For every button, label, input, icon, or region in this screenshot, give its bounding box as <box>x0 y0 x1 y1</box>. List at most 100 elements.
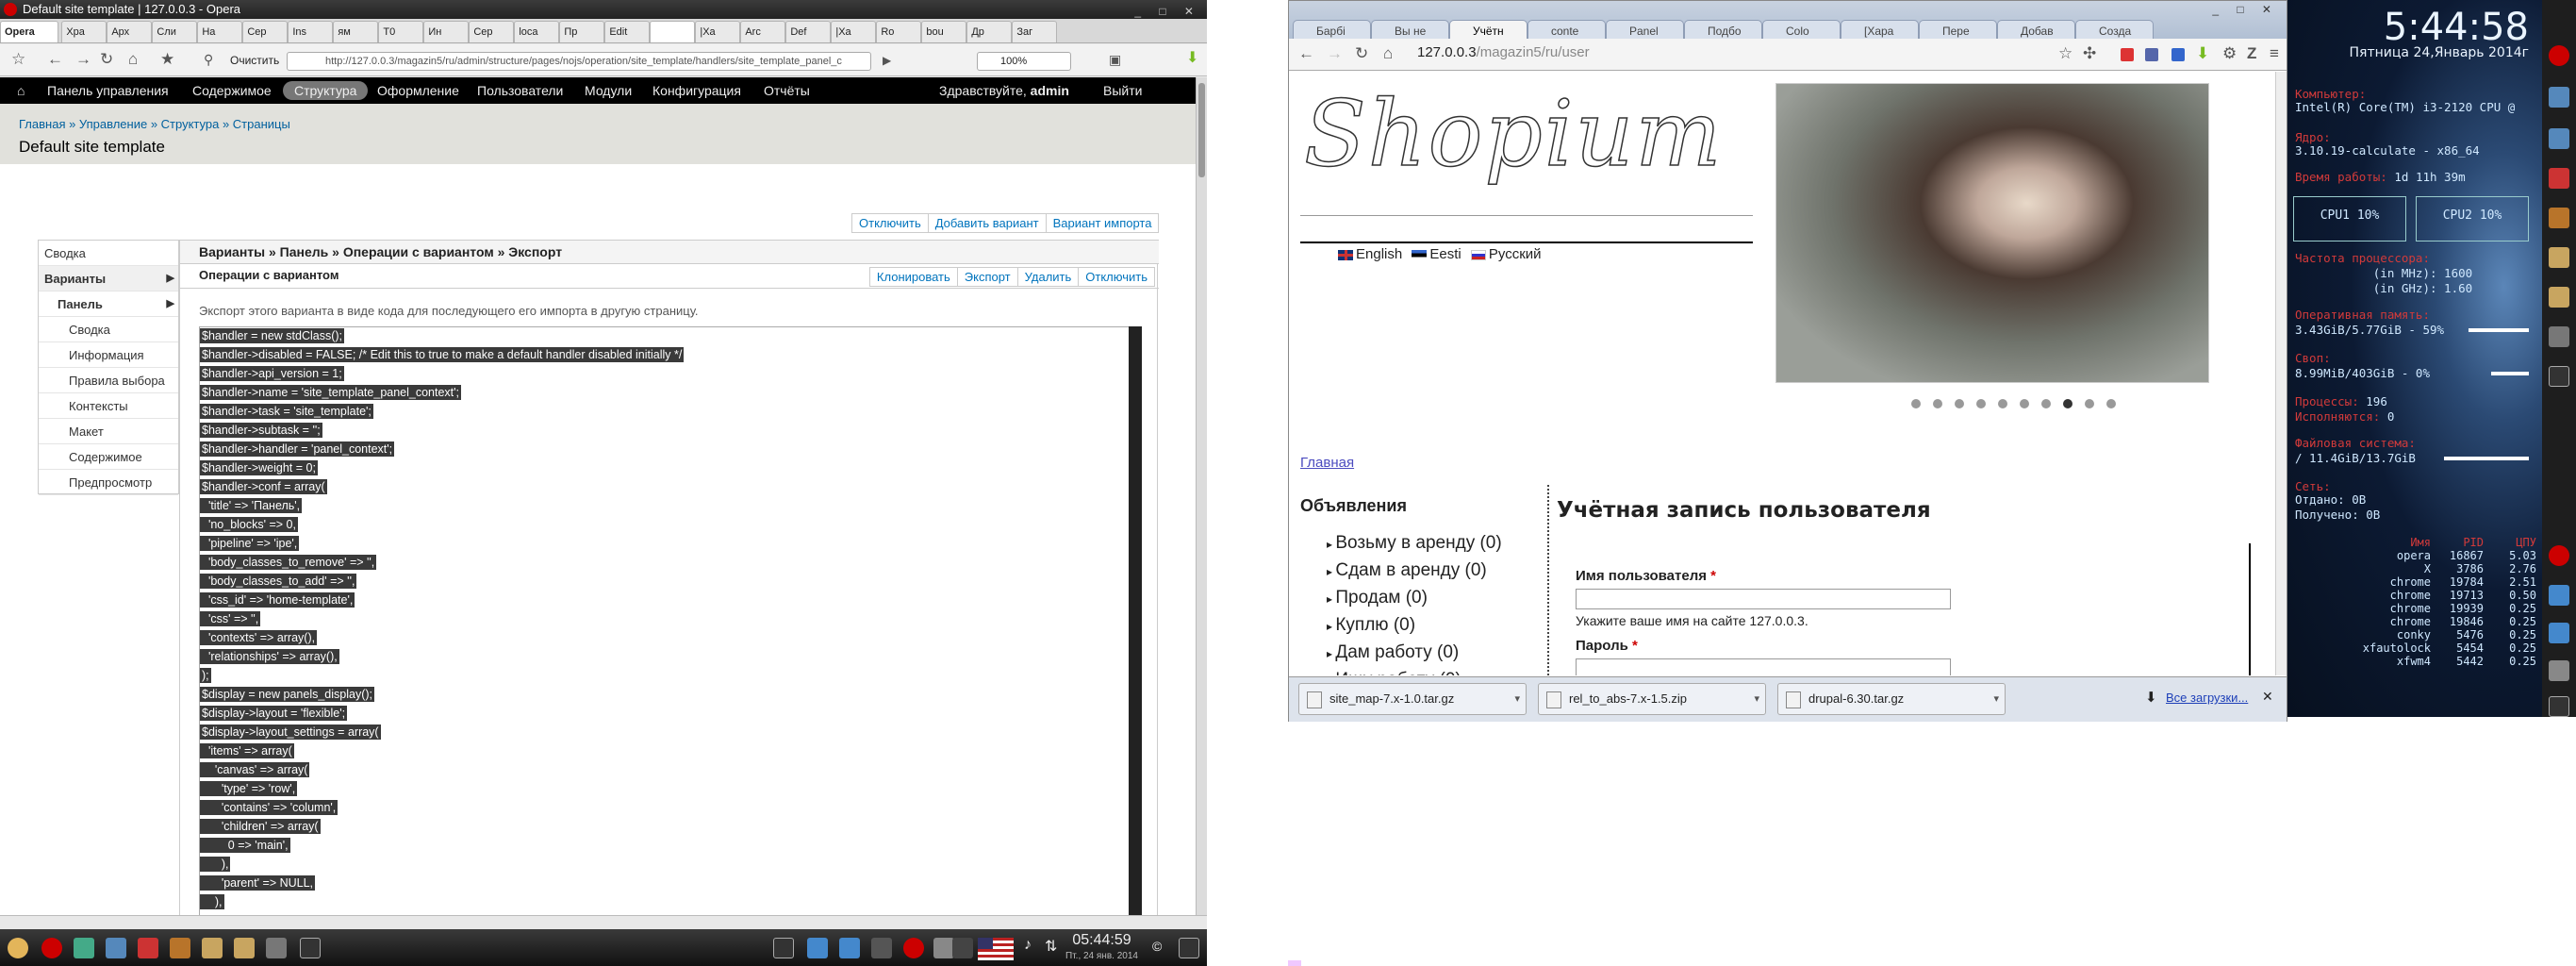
star-icon[interactable]: ☆ <box>2058 44 2072 63</box>
page-scrollbar[interactable] <box>1196 77 1207 929</box>
menu-overview[interactable]: Сводка <box>39 241 178 266</box>
image-icon[interactable]: ▣ <box>1109 52 1121 68</box>
keyboard-layout-flag[interactable] <box>978 938 1014 960</box>
disable-button[interactable]: Отключить <box>851 213 929 233</box>
slider-dot[interactable] <box>2020 399 2029 408</box>
site-logo[interactable]: Shopium <box>1303 80 1723 188</box>
lang-russian[interactable]: Русский <box>1489 246 1542 262</box>
menu-structure[interactable]: Структура <box>283 81 369 100</box>
zoom-field[interactable]: 100% <box>977 52 1071 71</box>
pipette-icon[interactable] <box>933 938 954 958</box>
menu-people[interactable]: Пользователи <box>477 77 563 104</box>
opera-tab[interactable]: Сли <box>152 21 198 42</box>
filezilla-icon[interactable] <box>2549 168 2569 189</box>
submenu-info[interactable]: Информация <box>39 342 178 368</box>
opera-tab[interactable]: Пр <box>559 21 605 42</box>
opera-tab[interactable]: ям <box>333 21 379 42</box>
chrome-tab[interactable]: Барбі <box>1293 20 1371 41</box>
opera-tab[interactable]: |Ха <box>831 21 877 42</box>
chrome-tab[interactable]: Вы не <box>1371 20 1449 41</box>
tray-icon[interactable] <box>871 938 892 958</box>
window-controls[interactable]: _ □ ✕ <box>2212 3 2279 16</box>
back-icon[interactable]: ← <box>47 50 63 69</box>
address-bar[interactable]: 127.0.0.3/magazin5/ru/user <box>1417 44 1590 60</box>
opera-icon[interactable] <box>2549 545 2569 566</box>
lang-estonian[interactable]: Eesti <box>1429 246 1461 262</box>
tray-icon[interactable] <box>2549 623 2569 643</box>
tray-icon[interactable] <box>952 938 973 958</box>
extension-icon[interactable] <box>2171 48 2185 61</box>
reload-icon[interactable]: ↻ <box>100 50 113 69</box>
folder-icon[interactable] <box>170 938 190 958</box>
opera-menu-button[interactable]: Opera <box>0 21 58 42</box>
export-code-textarea[interactable]: $handler = new stdClass(); $handler->disa… <box>199 326 1142 929</box>
chrome-tab[interactable]: [Хара <box>1841 20 1919 41</box>
slider-dot[interactable] <box>2041 399 2051 408</box>
menu-panel[interactable]: Панель ▶ <box>39 291 178 317</box>
folder-icon[interactable] <box>266 938 287 958</box>
opera-tab[interactable]: Def <box>785 21 832 42</box>
reload-icon[interactable]: ☆ <box>11 50 25 69</box>
chrome-tab[interactable]: Добав <box>1997 20 2075 41</box>
username[interactable]: admin <box>1031 83 1069 98</box>
ad-category[interactable]: Ищу работу (0) <box>1327 667 1502 675</box>
opera-tab[interactable]: Т0 <box>378 21 424 42</box>
opera-tab[interactable]: Хра <box>61 21 107 42</box>
download-item[interactable]: site_map-7.x-1.0.tar.gz <box>1298 683 1527 715</box>
home-icon[interactable]: ⌂ <box>128 50 138 69</box>
submenu-preview[interactable]: Предпросмотр <box>39 470 178 495</box>
terminal-icon[interactable] <box>2549 366 2569 387</box>
home-icon[interactable]: ⌂ <box>1383 44 1393 63</box>
opera-tab[interactable]: На <box>197 21 243 42</box>
ad-category[interactable]: Куплю (0) <box>1327 612 1502 640</box>
username-input[interactable] <box>1576 589 1951 609</box>
all-downloads-link[interactable]: Все загрузки... <box>2166 691 2248 705</box>
opera-tab[interactable]: |Ха <box>695 21 741 42</box>
ad-category[interactable]: Продам (0) <box>1327 585 1502 612</box>
textarea-scrollbar[interactable] <box>1129 326 1142 929</box>
start-menu-icon[interactable] <box>8 938 28 958</box>
slider-dot[interactable] <box>1998 399 2007 408</box>
submenu-layout[interactable]: Макет <box>39 419 178 444</box>
folder-icon[interactable] <box>2549 287 2569 308</box>
menu-appearance[interactable]: Оформление <box>377 77 459 104</box>
folder-icon[interactable] <box>234 938 255 958</box>
folder-icon[interactable] <box>2549 326 2569 347</box>
menu-variants[interactable]: Варианты ▶ <box>39 266 178 291</box>
submenu-overview[interactable]: Сводка <box>39 317 178 342</box>
lang-english[interactable]: English <box>1356 246 1402 262</box>
file-manager-icon[interactable] <box>106 938 126 958</box>
folder-icon[interactable] <box>2549 208 2569 228</box>
opera-tab[interactable]: Сер <box>469 21 515 42</box>
tray-icon[interactable] <box>2549 585 2569 606</box>
add-variant-button[interactable]: Добавить вариант <box>927 213 1047 233</box>
extension-icon[interactable] <box>2121 48 2134 61</box>
opera-tab[interactable]: Ro <box>876 21 922 42</box>
chrome-tab[interactable]: Подбо <box>1684 20 1762 41</box>
update-icon[interactable]: © <box>1152 939 1162 954</box>
opera-tray-icon[interactable] <box>903 938 924 958</box>
opera-tab[interactable]: Arc <box>740 21 786 42</box>
opera-tab[interactable]: Др <box>966 21 1013 42</box>
menu-modules[interactable]: Модули <box>585 77 632 104</box>
desktop-icon[interactable] <box>1179 938 1199 958</box>
password-input[interactable] <box>1576 658 1951 675</box>
search-icon[interactable]: ⚲ <box>204 52 213 68</box>
submenu-selection-rules[interactable]: Правила выбора <box>39 368 178 393</box>
download-icon[interactable]: ⬇ <box>2196 44 2209 63</box>
reload-icon[interactable]: ↻ <box>1355 44 1368 63</box>
tray-icon[interactable] <box>807 938 828 958</box>
ad-category[interactable]: Дам работу (0) <box>1327 640 1502 667</box>
forward-icon[interactable]: → <box>75 50 91 69</box>
opera-tab[interactable]: Ins <box>288 21 334 42</box>
opera-tab[interactable] <box>650 21 696 42</box>
window-controls[interactable]: _ □ ✕ <box>1134 2 1201 21</box>
desktop-icon[interactable] <box>2549 696 2569 717</box>
chrome-tab[interactable]: Созда <box>2075 20 2154 41</box>
slider-dot[interactable] <box>1976 399 1986 408</box>
chrome-icon[interactable] <box>2549 87 2569 108</box>
opera-tab[interactable]: bou <box>921 21 967 42</box>
chrome-tab[interactable]: Panel <box>1606 20 1684 41</box>
chrome-tab[interactable]: Colo <box>1762 20 1841 41</box>
extension-icon[interactable] <box>2145 48 2158 61</box>
